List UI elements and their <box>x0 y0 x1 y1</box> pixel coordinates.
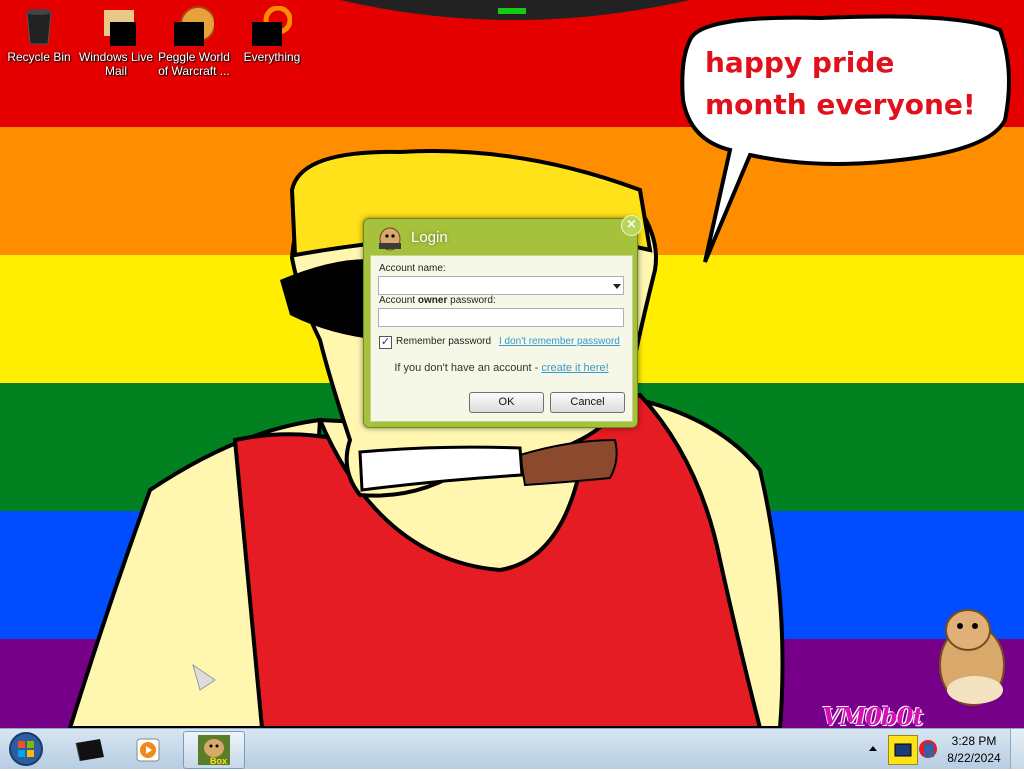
taskbar-item-label: Box <box>210 756 228 766</box>
mail-icon <box>96 6 142 54</box>
tray-network-icon[interactable] <box>888 735 918 765</box>
notch-light <box>498 8 526 14</box>
password-label: Account owner password: <box>379 295 496 306</box>
system-tray <box>864 729 944 769</box>
clock-date[interactable]: 8/22/2024 <box>944 751 1004 765</box>
speech-bubble-text: happy pride month everyone! <box>705 46 976 121</box>
no-account-text: If you don't have an account - <box>394 362 542 374</box>
watermark-text: VM0b0t <box>822 702 923 728</box>
no-account-line: If you don't have an account - create it… <box>371 362 632 374</box>
remember-password-label: Remember password <box>396 336 492 347</box>
desktop-icon-peggle[interactable]: Peggle World of Warcraft ... <box>156 6 232 78</box>
cancel-button[interactable]: Cancel <box>550 392 625 413</box>
desktop-icon-everything[interactable]: Everything <box>234 5 310 64</box>
hamster-figure <box>939 609 1005 706</box>
peggle-icon <box>174 6 216 54</box>
ok-button[interactable]: OK <box>469 392 544 413</box>
desktop-icon-recycle-bin[interactable]: Recycle Bin <box>1 6 77 64</box>
taskbar-pinned-media-player[interactable] <box>120 731 176 767</box>
desktop: happy pride month everyone! VM0b0t Recyc… <box>0 0 1024 728</box>
hamster-app-icon <box>376 223 404 251</box>
password-input[interactable] <box>378 308 624 327</box>
recycle-bin-icon <box>19 6 59 46</box>
login-title: Login <box>411 229 448 246</box>
account-name-combobox[interactable] <box>378 276 624 295</box>
taskbar-active-item[interactable]: Box <box>183 731 245 769</box>
windows-orb-icon <box>9 732 43 766</box>
create-account-link[interactable]: create it here! <box>541 362 608 374</box>
media-player-icon <box>136 738 160 762</box>
desktop-icon-label: Recycle Bin <box>7 50 71 64</box>
login-titlebar[interactable]: Login × <box>364 215 642 255</box>
desktop-icon-label: Peggle World of Warcraft ... <box>158 50 230 78</box>
login-form: Account name: Account owner password: ✓ … <box>370 255 633 422</box>
password-label-bold: owner <box>417 295 448 306</box>
start-button[interactable] <box>4 731 48 767</box>
password-label-post: password: <box>447 295 496 306</box>
remember-password-checkbox[interactable]: ✓ <box>379 336 392 349</box>
show-desktop-button[interactable] <box>1010 729 1024 769</box>
everything-search-icon <box>252 5 293 54</box>
tray-volume-icon[interactable] <box>916 735 940 763</box>
taskbar: Box 3:28 PM 8/22/2024 <box>0 728 1024 769</box>
desktop-icon-label: Everything <box>243 50 301 64</box>
close-icon[interactable]: × <box>621 215 642 236</box>
taskbar-pinned-explorer[interactable] <box>62 731 118 767</box>
desktop-icon-label: Windows Live Mail <box>78 50 154 78</box>
chevron-down-icon[interactable] <box>613 284 621 289</box>
login-dialog: Login × Account name: Account owner pass… <box>363 215 642 428</box>
clock-time[interactable]: 3:28 PM <box>944 734 1004 748</box>
folder-icon <box>75 739 104 762</box>
account-name-label: Account name: <box>379 263 446 274</box>
desktop-icon-windows-live-mail[interactable]: Windows Live Mail <box>78 6 154 78</box>
password-label-pre: Account <box>379 295 418 306</box>
forgot-password-link[interactable]: I don't remember password <box>499 336 620 347</box>
